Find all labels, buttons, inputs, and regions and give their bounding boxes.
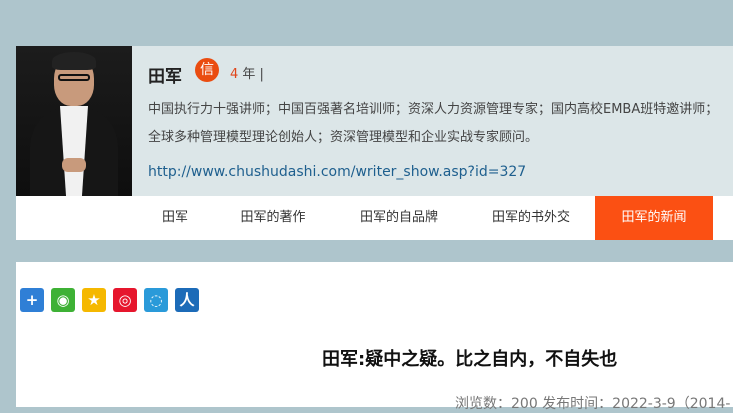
avatar-glasses	[58, 74, 90, 81]
nav-item-book-diplomacy[interactable]: 田军的书外交	[478, 196, 584, 240]
nav-item-tianjun[interactable]: 田军	[144, 196, 206, 240]
weibo-glyph: ◎	[118, 291, 132, 309]
plus-share-glyph: +	[25, 291, 39, 309]
author-nav: 田军 田军的著作 田军的自品牌 田军的书外交 田军的新闻	[16, 196, 733, 240]
weibo-icon[interactable]: ◎	[113, 288, 137, 312]
article-meta: 浏览数：200 发布时间：2022-3-9（2014-	[455, 396, 731, 412]
renren-glyph: 人	[179, 291, 195, 309]
author-profile-link[interactable]: http://www.chushudashi.com/writer_show.a…	[148, 164, 526, 180]
nav-item-self-brand[interactable]: 田军的自品牌	[346, 196, 452, 240]
verified-badge-icon[interactable]: 信	[195, 58, 219, 82]
author-name: 田军	[148, 67, 182, 87]
qzone-glyph: ★	[87, 291, 101, 309]
plus-share-icon[interactable]: +	[20, 288, 44, 312]
nav-item-works[interactable]: 田军的著作	[226, 196, 320, 240]
article-title: 田军:疑中之疑。比之自内，不自失也	[322, 349, 618, 370]
wechat-glyph: ◉	[56, 291, 70, 309]
author-avatar[interactable]	[16, 46, 132, 196]
member-years-suffix: 年 |	[238, 67, 264, 82]
tencent-weibo-icon[interactable]: ◌	[144, 288, 168, 312]
renren-icon[interactable]: 人	[175, 288, 199, 312]
avatar-hair	[52, 52, 96, 70]
tencent-weibo-glyph: ◌	[149, 291, 163, 309]
qzone-icon[interactable]: ★	[82, 288, 106, 312]
author-bio: 中国执行力十强讲师；中国百强著名培训师；资深人力资源管理专家；国内高校EMBA班…	[148, 102, 719, 145]
article-content	[16, 262, 733, 407]
wechat-icon[interactable]: ◉	[51, 288, 75, 312]
nav-item-news[interactable]: 田军的新闻	[595, 196, 713, 240]
avatar-hand	[62, 158, 86, 172]
member-years: 4 年 |	[230, 63, 264, 82]
